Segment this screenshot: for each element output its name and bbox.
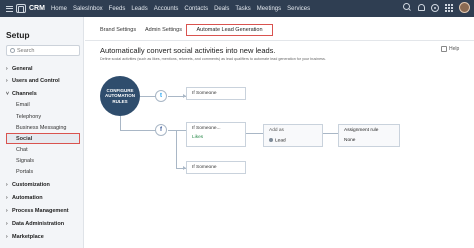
help-book-icon: [441, 46, 447, 52]
sidebar-item-social[interactable]: Social: [16, 136, 32, 142]
search-icon[interactable]: [403, 3, 412, 12]
sidebar-item-users-control[interactable]: › Users and Control: [6, 78, 60, 84]
sidebar-item-process-management[interactable]: › Process Management: [6, 208, 69, 214]
crm-logo[interactable]: CRM: [16, 4, 45, 13]
module-nav: Home SalesInbox Feeds Leads Accounts Con…: [51, 6, 316, 12]
sidebar-item-chat[interactable]: Chat: [16, 147, 28, 153]
sidebar-item-email[interactable]: Email: [16, 102, 30, 108]
connector-line: [168, 130, 186, 131]
nav-accounts[interactable]: Accounts: [154, 6, 179, 12]
node-label: CONFIGURE AUTOMATION RULES: [104, 87, 136, 104]
nav-salesinbox[interactable]: SalesInbox: [73, 6, 103, 12]
connector-line: [176, 130, 177, 168]
top-navigation-bar: CRM Home SalesInbox Feeds Leads Accounts…: [0, 0, 474, 17]
crm-logo-icon: [16, 4, 26, 13]
add-as-label: Add as: [269, 128, 284, 133]
sidebar-item-general[interactable]: › General: [6, 66, 32, 72]
sidebar-item-channels[interactable]: ˅ Channels: [6, 91, 37, 97]
facebook-glyph: f: [160, 127, 162, 133]
connector-line: [246, 133, 264, 134]
twitter-icon[interactable]: t: [155, 90, 167, 102]
sidebar-item-label: Automation: [12, 195, 43, 201]
lead-value: Lead: [269, 138, 317, 143]
help-label: Help: [449, 46, 460, 52]
sidebar-item-label: Customization: [12, 182, 50, 188]
condition-action: Likes: [192, 135, 204, 140]
apps-grid-icon[interactable]: [445, 3, 453, 12]
help-link[interactable]: Help: [441, 46, 459, 52]
sidebar-item-marketplace[interactable]: › Marketplace: [6, 234, 44, 240]
tab-label: Automate Lead Generation: [196, 27, 263, 33]
sidebar-item-data-administration[interactable]: › Data Administration: [6, 221, 64, 227]
sidebar-item-label: Data Administration: [12, 221, 65, 227]
sidebar-item-telephony[interactable]: Telephony: [16, 114, 41, 120]
sidebar-item-business-messaging[interactable]: Business Messaging: [16, 125, 66, 131]
sidebar-item-label: Channels: [12, 91, 37, 97]
settings-tabs: [85, 17, 474, 41]
tab-admin-settings[interactable]: Admin Settings: [145, 27, 182, 33]
sidebar-title: Setup: [6, 30, 30, 40]
assignment-rule-label: Assignment rule: [344, 128, 379, 133]
sidebar-item-label: General: [12, 66, 33, 72]
avatar[interactable]: [459, 2, 470, 13]
connector-line: [323, 133, 338, 134]
condition-label: If Someone: [192, 91, 217, 96]
assignment-rule-box[interactable]: Assignment rule None: [338, 124, 400, 147]
sidebar-item-automation[interactable]: › Automation: [6, 195, 43, 201]
lead-label: Lead: [275, 138, 286, 144]
condition-label: If Someone...: [192, 126, 221, 131]
app-name: CRM: [29, 5, 45, 12]
nav-home[interactable]: Home: [51, 6, 67, 12]
nav-deals[interactable]: Deals: [214, 6, 229, 12]
facebook-icon[interactable]: f: [155, 124, 167, 136]
tab-brand-settings[interactable]: Brand Settings: [100, 27, 136, 33]
sidebar-search: [6, 45, 80, 56]
nav-tasks[interactable]: Tasks: [235, 6, 250, 12]
tab-automate-lead-generation[interactable]: Automate Lead Generation: [186, 24, 273, 36]
nav-contacts[interactable]: Contacts: [184, 6, 208, 12]
sidebar-item-label: Users and Control: [12, 78, 60, 84]
nav-leads[interactable]: Leads: [131, 6, 147, 12]
add-as-box[interactable]: Add as Lead: [263, 124, 323, 147]
twitter-glyph: t: [160, 93, 162, 99]
page-description: Define social activities (such as likes,…: [100, 57, 326, 61]
connector-line: [120, 116, 121, 130]
sidebar-item-portals[interactable]: Portals: [16, 169, 33, 175]
bell-icon[interactable]: [418, 4, 425, 11]
connector-line: [120, 130, 160, 131]
nav-services[interactable]: Services: [287, 6, 310, 12]
condition-label: If Someone: [192, 165, 217, 170]
sidebar-search-input[interactable]: [17, 46, 77, 55]
configure-automation-rules-node[interactable]: CONFIGURE AUTOMATION RULES: [100, 76, 140, 116]
user-icon: [269, 138, 273, 142]
assignment-rule-value: None: [344, 138, 356, 143]
hamburger-menu-icon[interactable]: [3, 0, 15, 17]
nav-feeds[interactable]: Feeds: [109, 6, 126, 12]
search-icon: [10, 48, 15, 53]
sidebar-item-customization[interactable]: › Customization: [6, 182, 50, 188]
nav-meetings[interactable]: Meetings: [257, 6, 281, 12]
new-condition-box[interactable]: If Someone: [186, 161, 246, 174]
sidebar-item-label: Marketplace: [12, 234, 44, 240]
sidebar-item-label: Process Management: [12, 208, 69, 214]
twitter-condition-box[interactable]: If Someone: [186, 87, 246, 100]
facebook-condition-box[interactable]: If Someone... Likes: [186, 122, 246, 147]
page-title: Automatically convert social activities …: [100, 46, 276, 55]
gear-icon[interactable]: [431, 3, 439, 12]
top-right-actions: [403, 2, 470, 13]
sidebar-item-signals[interactable]: Signals: [16, 158, 34, 164]
